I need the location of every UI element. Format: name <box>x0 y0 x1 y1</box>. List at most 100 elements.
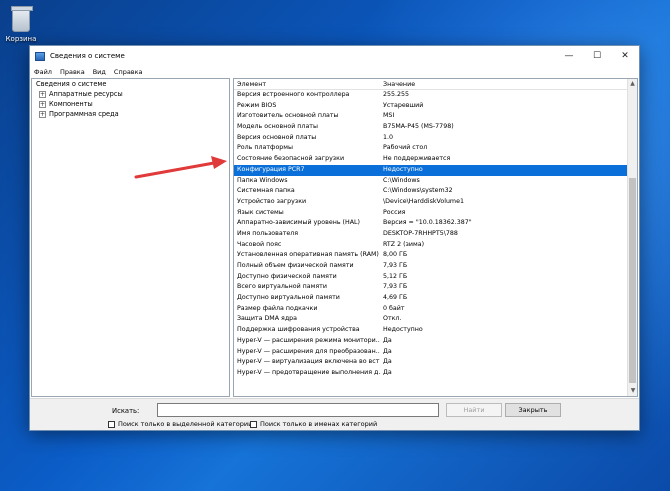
find-button[interactable]: Найти <box>446 403 502 417</box>
cell-value: Устаревший <box>383 101 424 109</box>
cell-value: 7,93 ГБ <box>383 262 408 269</box>
arrow-head <box>211 156 227 169</box>
cell-value: DESKTOP-7RHHPT5\788 <box>383 229 458 237</box>
table-row[interactable]: Режим BIOS Устаревший <box>234 101 637 112</box>
cell-value: Да <box>383 368 392 376</box>
scroll-up-icon[interactable]: ▲ <box>628 79 637 89</box>
cell-value: 255.255 <box>383 91 410 98</box>
table-row[interactable]: Доступно виртуальной памяти 4,69 ГБ <box>234 293 637 304</box>
table-row[interactable]: Hyper-V — расширения для преобразован...… <box>234 347 637 358</box>
table-row[interactable]: Системная папка C:\Windows\system32 <box>234 186 637 197</box>
cell-item: Доступно виртуальной памяти <box>237 294 340 302</box>
menu-file[interactable]: Файл <box>34 68 52 76</box>
table-row[interactable]: Роль платформы Рабочий стол <box>234 143 637 154</box>
tree-item-label: Программная среда <box>49 110 119 118</box>
expand-plus-icon[interactable]: + <box>39 100 46 108</box>
table-row[interactable]: Размер файла подкачки 0 байт <box>234 304 637 315</box>
cell-item: Hyper-V — предотвращение выполнения д... <box>237 368 380 376</box>
table-row[interactable]: Конфигурация PCR7 Недоступно <box>234 164 637 176</box>
table-row[interactable]: Доступно физической памяти 5,12 ГБ <box>234 272 637 283</box>
cell-item: Полный объем физической памяти <box>237 262 354 269</box>
maximize-button[interactable]: ☐ <box>583 46 611 66</box>
cell-item: Аппаратно-зависимый уровень (HAL) <box>237 219 361 227</box>
cell-item: Всего виртуальной памяти <box>237 283 327 291</box>
recycle-bin-icon <box>11 6 33 32</box>
cell-item: Модель основной платы <box>237 123 318 131</box>
search-input[interactable] <box>157 403 439 417</box>
menu-help[interactable]: Справка <box>114 68 143 76</box>
app-icon <box>35 51 45 61</box>
tree-item-label: Компоненты <box>49 100 93 108</box>
table-row[interactable]: Защита DMA ядра Откл. <box>234 314 637 325</box>
recycle-bin[interactable]: Корзина <box>4 6 38 43</box>
cell-item: Hyper-V — виртуализация включена во вст.… <box>237 358 380 366</box>
tree-item-hardware[interactable]: + Аппаратные ресурсы <box>32 89 229 99</box>
table-row[interactable]: Изготовитель основной платы MSI <box>234 111 637 122</box>
cell-item: Поддержка шифрования устройства <box>237 326 360 334</box>
table-row[interactable]: Часовой пояс RTZ 2 (зима) <box>234 240 637 251</box>
window-title: Сведения о системе <box>50 52 125 60</box>
checkbox-label: Поиск только в выделенной категории <box>118 420 253 428</box>
title-bar[interactable]: Сведения о системе — ☐ ✕ <box>30 46 639 66</box>
scroll-thumb[interactable] <box>629 178 636 383</box>
cell-item: Версия встроенного контроллера <box>237 91 350 98</box>
list-rows: Версия встроенного контроллера 255.255 Реж… <box>234 90 637 379</box>
table-row[interactable]: Папка Windows C:\Windows <box>234 176 637 187</box>
minimize-button[interactable]: — <box>555 46 583 66</box>
search-panel: Искать: Найти Закрыть Поиск только в выд… <box>30 398 639 430</box>
table-row[interactable]: Состояние безопасной загрузки Не поддержи… <box>234 154 637 165</box>
table-row[interactable]: Устройство загрузки \Device\HarddiskVolum… <box>234 197 637 208</box>
search-label: Искать: <box>112 407 140 415</box>
menu-edit[interactable]: Правка <box>60 68 85 76</box>
table-row[interactable]: Hyper-V — предотвращение выполнения д...… <box>234 368 637 379</box>
cell-value: 8,00 ГБ <box>383 251 408 259</box>
tree-item-label: Аппаратные ресурсы <box>49 90 123 98</box>
expand-plus-icon[interactable]: + <box>39 90 46 98</box>
cell-item: Системная папка <box>237 187 295 195</box>
scroll-down-icon[interactable]: ▼ <box>628 386 637 396</box>
table-row[interactable]: Версия встроенного контроллера 255.255 <box>234 90 637 101</box>
cell-value: 0 байт <box>383 304 405 312</box>
cell-item: Hyper-V — расширения режима монитори... <box>237 336 380 344</box>
expand-plus-icon[interactable]: + <box>39 110 46 118</box>
vertical-scrollbar[interactable]: ▲ ▼ <box>627 79 637 396</box>
table-row[interactable]: Hyper-V — виртуализация включена во вст.… <box>234 357 637 368</box>
cell-value: B75MA-P45 (MS-7798) <box>383 123 454 131</box>
table-row[interactable]: Модель основной платы B75MA-P45 (MS-7798) <box>234 122 637 133</box>
table-row[interactable]: Полный объем физической памяти 7,93 ГБ <box>234 261 637 272</box>
menu-bar: Файл Правка Вид Справка <box>30 66 639 77</box>
cell-item: Установленная оперативная память (RAM) <box>237 251 379 259</box>
list-header: Элемент Значение <box>234 79 637 90</box>
column-header-item[interactable]: Элемент <box>234 79 380 89</box>
tree-item-components[interactable]: + Компоненты <box>32 99 229 109</box>
table-row[interactable]: Всего виртуальной памяти 7,93 ГБ <box>234 282 637 293</box>
cell-value: Недоступно <box>383 165 423 173</box>
cell-value: Не поддерживается <box>383 155 451 163</box>
tree-root[interactable]: Сведения о системе <box>32 79 229 89</box>
checkbox-category-names[interactable]: Поиск только в именах категорий <box>250 420 377 428</box>
checkbox-selected-category[interactable]: Поиск только в выделенной категории <box>108 420 252 428</box>
cell-item: Версия основной платы <box>237 133 317 141</box>
table-row[interactable]: Установленная оперативная память (RAM) 8,… <box>234 250 637 261</box>
checkbox-box[interactable] <box>250 420 257 428</box>
table-row[interactable]: Имя пользователя DESKTOP-7RHHPT5\788 <box>234 229 637 240</box>
cell-value: Рабочий стол <box>383 144 428 152</box>
column-header-value[interactable]: Значение <box>380 79 620 89</box>
cell-value: 1.0 <box>383 133 394 141</box>
table-row[interactable]: Версия основной платы 1.0 <box>234 133 637 144</box>
table-row[interactable]: Поддержка шифрования устройства Недоступн… <box>234 325 637 336</box>
menu-view[interactable]: Вид <box>93 68 106 76</box>
cell-item: Язык системы <box>237 208 284 216</box>
cell-item: Режим BIOS <box>237 101 277 109</box>
table-row[interactable]: Hyper-V — расширения режима монитори... Д… <box>234 336 637 347</box>
arrow-shaft <box>134 161 216 179</box>
cell-value: 4,69 ГБ <box>383 294 408 302</box>
checkbox-box[interactable] <box>108 420 115 428</box>
table-row[interactable]: Язык системы Россия <box>234 208 637 219</box>
tree-item-software[interactable]: + Программная среда <box>32 109 229 119</box>
table-row[interactable]: Аппаратно-зависимый уровень (HAL) Версия … <box>234 218 637 229</box>
close-button[interactable]: Закрыть <box>505 403 561 417</box>
cell-value: MSI <box>383 112 395 120</box>
close-window-button[interactable]: ✕ <box>611 46 639 66</box>
cell-item: Размер файла подкачки <box>237 304 318 312</box>
